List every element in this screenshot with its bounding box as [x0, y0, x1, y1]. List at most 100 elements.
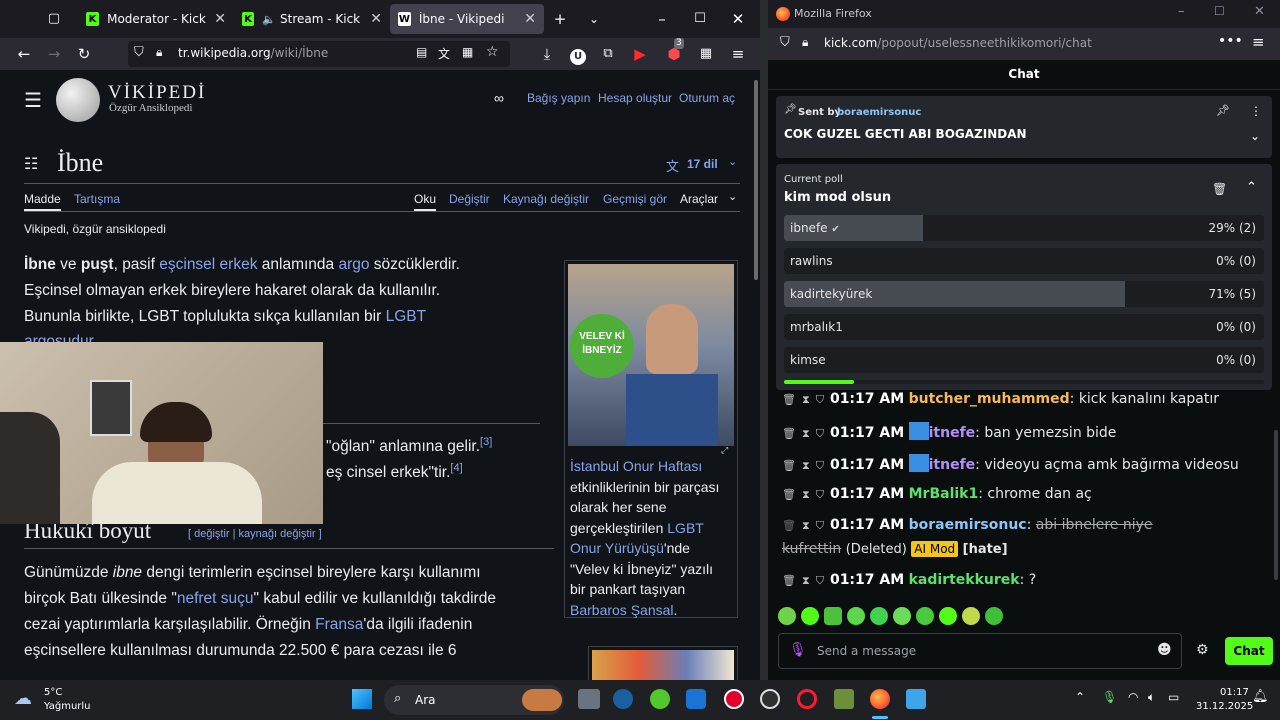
language-count[interactable]: 17 dil [687, 157, 718, 171]
shield-icon[interactable]: ⛉ [134, 45, 144, 60]
search-box[interactable]: ⌕ Ara [384, 685, 564, 715]
emote-icon[interactable] [824, 607, 842, 625]
file-explorer-icon[interactable] [578, 689, 600, 709]
chevron-down-icon[interactable]: ⌄ [728, 190, 737, 203]
poll-option[interactable]: mrbalık1 0% (0) [784, 314, 1264, 340]
forward-icon[interactable]: → [44, 44, 64, 64]
timeout-icon[interactable]: ⧗ [802, 393, 810, 406]
unpin-icon[interactable]: 📌︎ [1216, 104, 1230, 117]
timeout-icon[interactable]: ⧗ [802, 519, 810, 532]
battery-icon[interactable]: ▭ [1168, 690, 1179, 704]
opera-icon[interactable] [797, 689, 817, 709]
poll-option[interactable]: ibnefe ✔ 29% (2) [784, 215, 1264, 241]
clock-time[interactable]: 01:17 [1220, 687, 1249, 698]
back-icon[interactable]: ← [14, 44, 34, 64]
caption-link-pride[interactable]: İstanbul Onur Haftası [570, 458, 702, 474]
ref-4[interactable]: [4] [450, 462, 462, 474]
url-text[interactable]: kick.com/popout/uselessneethikikomori/ch… [824, 36, 1092, 50]
menu-icon[interactable]: ≡ [728, 44, 748, 64]
close-window-icon[interactable]: ✕ [1254, 4, 1265, 19]
scrollbar-thumb[interactable] [754, 80, 758, 280]
more-icon[interactable]: ••• [1218, 33, 1243, 49]
link-france[interactable]: Fransa [315, 616, 363, 633]
link-argo[interactable]: argo [338, 256, 369, 273]
maximize-icon[interactable]: ☐ [690, 9, 710, 29]
reader-view-icon[interactable]: ▤ [416, 45, 427, 59]
ref-3[interactable]: [3] [480, 436, 492, 448]
trash-icon[interactable]: 🗑︎ [782, 427, 796, 440]
trash-icon[interactable]: 🗑︎ [782, 393, 796, 406]
chevron-down-icon[interactable]: ⌄ [728, 155, 737, 168]
close-window-icon[interactable]: ✕ [728, 9, 748, 29]
link-gay-man[interactable]: eşcinsel erkek [159, 256, 257, 273]
extensions-icon[interactable]: ⧉ [598, 44, 618, 64]
toc-icon[interactable]: ☷ [24, 154, 38, 174]
language-icon[interactable]: 文 [666, 156, 679, 175]
grid-icon[interactable]: ▦ [462, 45, 473, 59]
timeout-icon[interactable]: ⧗ [802, 427, 810, 440]
hamburger-icon[interactable]: ☰ [24, 88, 42, 113]
message-input[interactable]: 🎙︎ Send a message ☻ [778, 633, 1182, 669]
message-user[interactable]: itnefe [929, 425, 976, 441]
microphone-icon[interactable]: 🎙︎ [789, 642, 807, 658]
speaker-icon[interactable]: 🔈 [262, 13, 276, 26]
glasses-icon[interactable]: ∞ [494, 90, 504, 106]
volume-icon[interactable]: 🔈︎ [1148, 690, 1155, 705]
new-tab-icon[interactable]: + [550, 9, 570, 29]
logo-title[interactable]: VİKİPEDİ [108, 82, 206, 104]
figure-photo-2[interactable] [592, 650, 734, 680]
expand-icon[interactable]: ⤢ [721, 445, 728, 456]
tab-list-icon[interactable]: ▢ [44, 9, 64, 29]
notepad-icon[interactable] [906, 689, 926, 709]
obs-icon[interactable] [760, 689, 780, 709]
tab-stream[interactable]: K 🔈 Stream - Kick Dashbo ✕ [234, 4, 390, 34]
lock-icon[interactable]: 🔒︎ [802, 35, 808, 50]
emote-icon[interactable] [870, 607, 888, 625]
emote-icon[interactable] [893, 607, 911, 625]
caption-link-person[interactable]: Barbaros Şansal [570, 602, 674, 618]
trash-icon[interactable]: 🗑︎ [1212, 182, 1227, 196]
emote-icon[interactable] [962, 607, 980, 625]
timeout-icon[interactable]: ⧗ [802, 459, 810, 472]
page-scrollbar[interactable] [752, 70, 760, 680]
message-user[interactable]: boraemirsonuc [909, 517, 1027, 533]
menu-icon[interactable]: ≡ [1252, 33, 1265, 51]
translate-icon[interactable]: 文 [438, 45, 450, 62]
tab-edit-source[interactable]: Kaynağı değiştir [503, 192, 589, 206]
chat-send-button[interactable]: Chat [1225, 637, 1273, 665]
chevron-down-icon[interactable]: ⌄ [1250, 129, 1260, 143]
chevron-up-icon[interactable]: ⌃ [1246, 180, 1257, 195]
chevron-down-icon[interactable]: ⌄ [584, 9, 604, 29]
addon-badge-icon[interactable]: ⬢ 3 [664, 38, 684, 64]
tab-wikipedia[interactable]: W İbne - Vikipedi ✕ [390, 4, 544, 34]
pinned-sender[interactable]: boraemirsonuc [837, 107, 921, 118]
chat-scrollbar[interactable] [1274, 430, 1278, 580]
chevron-up-icon[interactable]: ⌃ [1075, 690, 1085, 704]
ublock-icon[interactable]: U [568, 44, 588, 65]
tab-history[interactable]: Geçmişi gör [603, 192, 667, 206]
weather-icon[interactable]: ☁ [14, 688, 32, 709]
donate-link[interactable]: Bağış yapın [527, 91, 590, 105]
emote-icon[interactable] [939, 607, 957, 625]
more-vertical-icon[interactable]: ⋮ [1250, 104, 1262, 118]
message-user[interactable]: butcher_muhammed [909, 391, 1070, 407]
pinterest-icon[interactable] [724, 689, 744, 709]
star-icon[interactable]: ☆ [486, 44, 499, 60]
emoji-icon[interactable]: ☻ [1157, 642, 1172, 658]
shield-icon[interactable]: ⛉ [780, 35, 790, 50]
apps-icon[interactable]: ▦ [696, 44, 716, 64]
tab-tools[interactable]: Araçlar [680, 192, 718, 206]
close-icon[interactable]: ✕ [370, 11, 382, 27]
download-icon[interactable]: ⤓ [537, 44, 557, 64]
timeout-icon[interactable]: ⧗ [802, 488, 810, 501]
wifi-icon[interactable]: ◠ [1128, 690, 1138, 704]
emote-icon[interactable] [778, 607, 796, 625]
close-icon[interactable]: ✕ [214, 11, 226, 27]
microphone-tray-icon[interactable]: 🎙︎ [1102, 690, 1117, 704]
trash-icon[interactable]: 🗑︎ [782, 459, 796, 472]
minecraft-icon[interactable] [834, 689, 854, 709]
tab-talk[interactable]: Tartışma [74, 192, 120, 206]
create-account-link[interactable]: Hesap oluştur [598, 91, 672, 105]
start-icon[interactable] [352, 689, 372, 709]
app-green-icon[interactable] [650, 689, 670, 709]
